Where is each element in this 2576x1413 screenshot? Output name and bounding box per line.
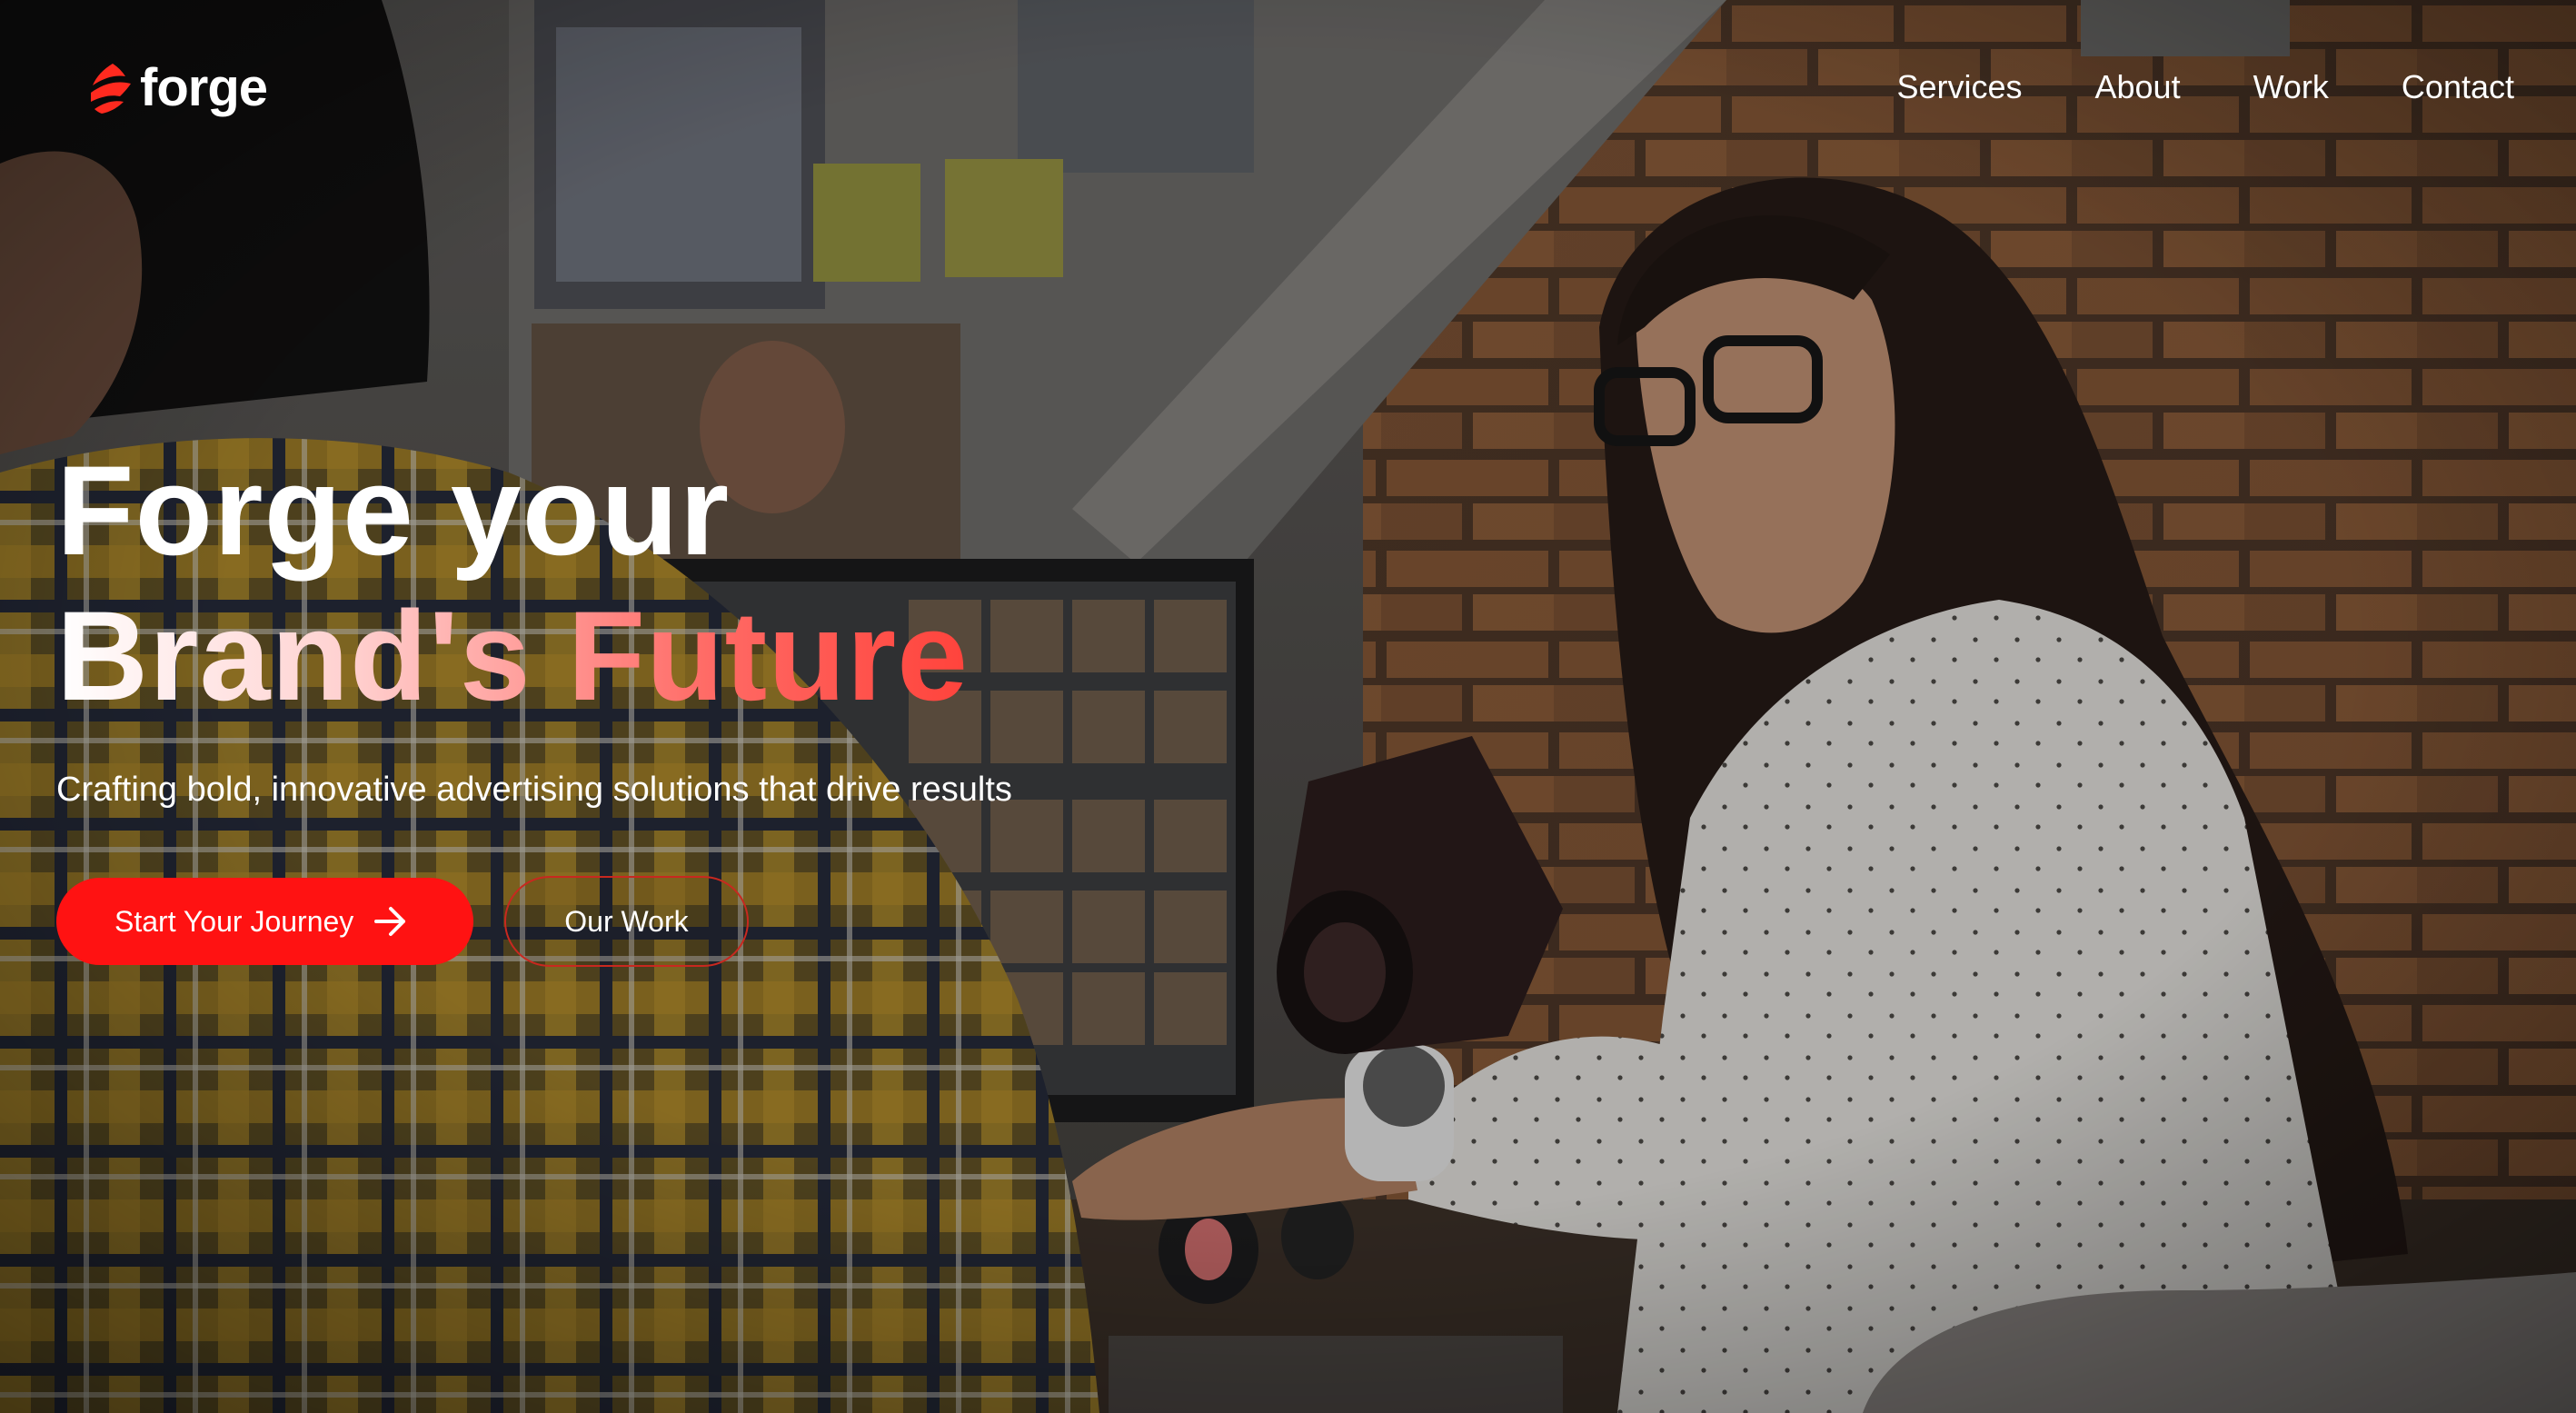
brand-logo[interactable]: forge <box>87 55 268 122</box>
our-work-button[interactable]: Our Work <box>504 876 749 967</box>
hero-title: Forge your Brand's Future <box>56 438 1238 729</box>
nav-item-contact[interactable]: Contact <box>2402 64 2514 111</box>
hero-title-line-1: Forge your <box>56 439 731 582</box>
nav-item-services[interactable]: Services <box>1896 64 2022 111</box>
start-journey-label: Start Your Journey <box>114 904 354 938</box>
arrow-right-icon <box>374 907 406 936</box>
landing-page: forge Services About Work Contact Forge … <box>0 0 2576 1413</box>
brand-name: forge <box>140 58 268 117</box>
hero-subtitle: Crafting bold, innovative advertising so… <box>56 771 1012 809</box>
nav-item-about[interactable]: About <box>2095 64 2181 111</box>
nav-item-work[interactable]: Work <box>2253 64 2329 111</box>
main-nav: Services About Work Contact <box>1896 64 2514 111</box>
flame-logo-icon <box>91 64 131 114</box>
start-journey-button[interactable]: Start Your Journey <box>56 878 474 965</box>
hero-section: Forge your Brand's Future Crafting bold,… <box>56 438 1238 967</box>
site-header: forge Services About Work Contact <box>0 0 2576 173</box>
hero-title-line-2: Brand's Future <box>56 583 1238 729</box>
hero-actions: Start Your Journey Our Work <box>56 876 749 967</box>
